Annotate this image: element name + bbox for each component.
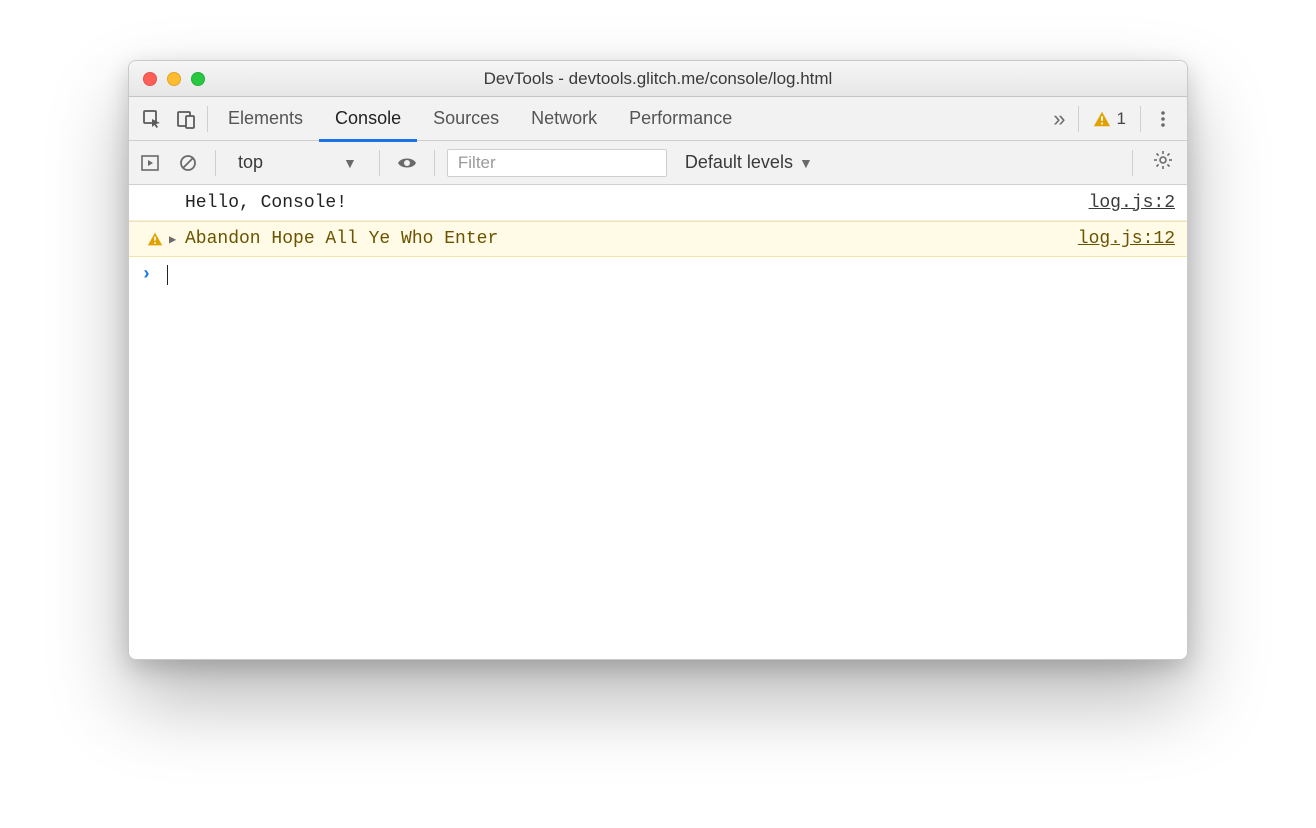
gear-icon [1153, 150, 1173, 170]
source-link[interactable]: log.js:2 [1089, 193, 1175, 213]
separator [207, 106, 208, 132]
titlebar: DevTools - devtools.glitch.me/console/lo… [129, 61, 1187, 97]
separator [1132, 150, 1133, 176]
expand-toggle[interactable]: ▶ [169, 232, 185, 247]
console-settings-button[interactable] [1145, 150, 1181, 175]
zoom-window-button[interactable] [191, 72, 205, 86]
separator [1078, 106, 1079, 132]
toggle-sidebar-icon[interactable] [135, 148, 165, 178]
warning-icon [147, 231, 163, 247]
warnings-counter[interactable]: 1 [1083, 109, 1136, 129]
tab-network[interactable]: Network [515, 98, 613, 142]
tab-elements[interactable]: Elements [212, 98, 319, 142]
tab-sources[interactable]: Sources [417, 98, 515, 142]
kebab-icon [1153, 109, 1173, 129]
tab-performance[interactable]: Performance [613, 98, 748, 142]
more-options-button[interactable] [1145, 109, 1181, 129]
row-gutter [141, 231, 169, 247]
text-cursor [167, 265, 168, 285]
console-output: Hello, Console! log.js:2 ▶ Abandon Hope … [129, 185, 1187, 659]
warning-icon [1093, 110, 1111, 128]
console-row: ▶ Abandon Hope All Ye Who Enter log.js:1… [129, 221, 1187, 257]
warnings-count: 1 [1117, 109, 1126, 129]
separator [379, 150, 380, 176]
clear-console-icon[interactable] [173, 148, 203, 178]
log-message: Hello, Console! [185, 193, 1089, 213]
tab-console[interactable]: Console [319, 98, 417, 142]
source-link[interactable]: log.js:12 [1078, 229, 1175, 249]
tabs-overflow-button[interactable]: » [1045, 106, 1073, 132]
filter-input[interactable] [447, 149, 667, 177]
log-levels-selector[interactable]: Default levels ▼ [685, 152, 813, 173]
log-message: Abandon Hope All Ye Who Enter [185, 229, 1078, 249]
inspect-element-icon[interactable] [135, 97, 169, 141]
log-levels-label: Default levels [685, 152, 793, 173]
prompt-caret-icon: › [141, 265, 161, 285]
separator [215, 150, 216, 176]
separator [434, 150, 435, 176]
console-toolbar: top ▼ Default levels ▼ [129, 141, 1187, 185]
device-toolbar-icon[interactable] [169, 97, 203, 141]
devtools-window: DevTools - devtools.glitch.me/console/lo… [128, 60, 1188, 660]
traffic-lights [143, 72, 205, 86]
minimize-window-button[interactable] [167, 72, 181, 86]
console-row: Hello, Console! log.js:2 [129, 185, 1187, 221]
console-prompt[interactable]: › [129, 257, 1187, 293]
chevron-down-icon: ▼ [799, 155, 813, 171]
close-window-button[interactable] [143, 72, 157, 86]
window-title: DevTools - devtools.glitch.me/console/lo… [129, 69, 1187, 89]
context-label: top [238, 152, 263, 173]
chevron-down-icon: ▼ [343, 155, 357, 171]
tab-strip: Elements Console Sources Network Perform… [129, 97, 1187, 141]
context-selector[interactable]: top ▼ [228, 148, 367, 178]
live-expression-icon[interactable] [392, 148, 422, 178]
separator [1140, 106, 1141, 132]
